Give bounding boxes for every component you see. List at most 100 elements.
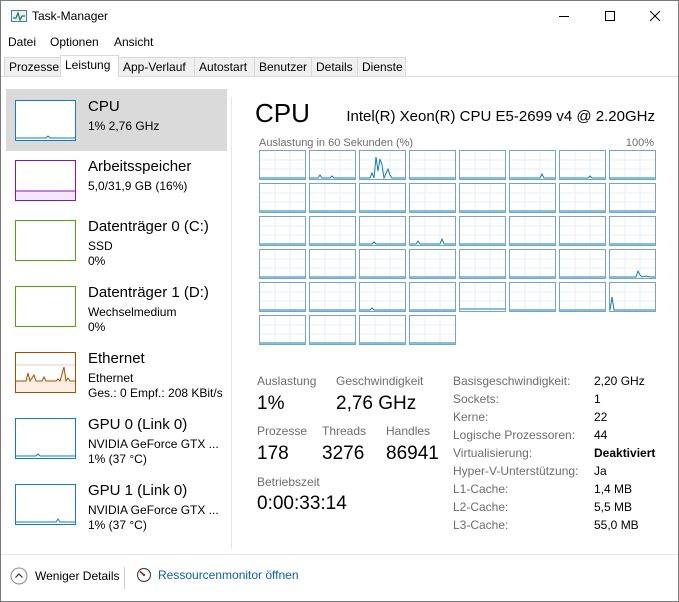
logical-processor-graph bbox=[309, 216, 356, 246]
logical-processor-graph bbox=[609, 150, 656, 180]
graph-caption: Auslastung in 60 Sekunden (%) bbox=[259, 137, 414, 149]
info-label: L2-Cache: bbox=[453, 500, 509, 514]
page-title: CPU bbox=[255, 98, 310, 128]
info-value: 2,20 GHz bbox=[594, 374, 645, 388]
logical-processor-graph-grid bbox=[259, 150, 656, 348]
gpu-1-thumbnail-graph bbox=[15, 484, 76, 525]
disk-0-thumbnail-graph bbox=[15, 220, 76, 261]
tab-leistung[interactable]: Leistung bbox=[60, 55, 119, 77]
sidebar-item-disk-1[interactable]: Datenträger 1 (D:) Wechselmedium 0% bbox=[6, 275, 227, 337]
cpu-model-name: Intel(R) Xeon(R) CPU E5-2699 v4 @ 2.20GH… bbox=[346, 108, 655, 125]
logical-processor-graph bbox=[409, 150, 456, 180]
tab-strip: Prozesse Leistung App-Verlauf Autostart … bbox=[4, 55, 676, 77]
logical-processor-graph bbox=[559, 183, 606, 213]
info-value: 22 bbox=[594, 410, 608, 424]
handles-label: Handles bbox=[386, 424, 431, 438]
logical-processor-graph bbox=[609, 216, 656, 246]
logical-processor-graph bbox=[259, 315, 306, 345]
sidebar-item-detail: 5,0/31,9 GB (16%) bbox=[88, 179, 188, 193]
gpu-0-thumbnail-graph bbox=[15, 418, 76, 459]
logical-processor-graph bbox=[559, 150, 606, 180]
sidebar-item-gpu-0[interactable]: GPU 0 (Link 0) NVIDIA GeForce GTX ... 1%… bbox=[6, 407, 227, 469]
processes-value: 178 bbox=[257, 443, 289, 464]
info-label: Sockets: bbox=[453, 392, 500, 406]
fewer-details-button[interactable]: Weniger Details bbox=[10, 567, 119, 585]
logical-processor-graph bbox=[559, 216, 606, 246]
logical-processor-graph bbox=[609, 183, 656, 213]
logical-processor-graph bbox=[359, 150, 406, 180]
sidebar-item-memory[interactable]: Arbeitsspeicher 5,0/31,9 GB (16%) bbox=[6, 149, 227, 211]
speed-label: Geschwindigkeit bbox=[336, 374, 424, 388]
processes-label: Prozesse bbox=[257, 424, 308, 438]
logical-processor-graph bbox=[509, 216, 556, 246]
logical-processor-graph bbox=[509, 150, 556, 180]
logical-processor-graph bbox=[409, 216, 456, 246]
handles-value: 86941 bbox=[386, 443, 439, 464]
info-value: 55,0 MB bbox=[594, 518, 639, 532]
menu-optionen[interactable]: Optionen bbox=[50, 35, 99, 49]
maximize-button[interactable] bbox=[587, 1, 633, 31]
sidebar-item-label: Ethernet bbox=[88, 350, 145, 367]
logical-processor-graph bbox=[259, 216, 306, 246]
tab-dienste[interactable]: Dienste bbox=[357, 57, 406, 76]
title-bar[interactable]: Task-Manager bbox=[1, 1, 678, 31]
resource-monitor-label: Ressourcenmonitor öffnen bbox=[158, 568, 299, 582]
tab-prozesse[interactable]: Prozesse bbox=[4, 57, 61, 76]
footer-bar: Weniger Details Ressourcenmonitor öffnen bbox=[1, 561, 678, 595]
cpu-thumbnail-graph bbox=[15, 100, 76, 141]
fewer-details-label: Weniger Details bbox=[35, 569, 120, 583]
chevron-up-circle-icon bbox=[10, 567, 28, 585]
logical-processor-graph bbox=[359, 315, 406, 345]
sidebar-item-disk-0[interactable]: Datenträger 0 (C:) SSD 0% bbox=[6, 209, 227, 271]
logical-processor-graph bbox=[459, 282, 506, 312]
logical-processor-graph bbox=[409, 183, 456, 213]
logical-processor-graph bbox=[309, 183, 356, 213]
sidebar-item-detail: NVIDIA GeForce GTX ... bbox=[88, 503, 219, 517]
info-label: Basisgeschwindigkeit: bbox=[453, 374, 571, 388]
sidebar-item-cpu[interactable]: CPU 1% 2,76 GHz bbox=[6, 89, 227, 151]
memory-thumbnail-graph bbox=[15, 160, 76, 201]
menu-ansicht[interactable]: Ansicht bbox=[114, 35, 153, 49]
logical-processor-graph bbox=[509, 282, 556, 312]
sidebar-item-label: Datenträger 0 (C:) bbox=[88, 218, 209, 235]
close-icon bbox=[650, 11, 660, 21]
logical-processor-graph bbox=[359, 249, 406, 279]
sidebar-item-detail: Wechselmedium bbox=[88, 305, 177, 319]
logical-processor-graph bbox=[259, 249, 306, 279]
ethernet-thumbnail-graph bbox=[15, 352, 76, 393]
info-label: L1-Cache: bbox=[453, 482, 509, 496]
minimize-icon bbox=[559, 16, 569, 17]
logical-processor-graph bbox=[559, 282, 606, 312]
sidebar-item-usage: 0% bbox=[88, 254, 106, 268]
logical-processor-graph bbox=[309, 315, 356, 345]
sidebar-item-usage: 1% (37 °C) bbox=[88, 518, 147, 532]
threads-label: Threads bbox=[322, 424, 367, 438]
sidebar-item-ethernet[interactable]: Ethernet Ethernet Ges.: 0 Empf.: 208 KBi… bbox=[6, 341, 227, 403]
sidebar-item-detail: 1% 2,76 GHz bbox=[88, 119, 160, 133]
minimize-button[interactable] bbox=[541, 1, 587, 31]
info-value: Deaktiviert bbox=[594, 446, 656, 460]
task-manager-window: Task-Manager Datei Optionen Ansicht Proz… bbox=[0, 0, 679, 602]
tab-app-verlauf[interactable]: App-Verlauf bbox=[118, 57, 195, 76]
info-label: Logische Prozessoren: bbox=[453, 428, 576, 442]
logical-processor-graph bbox=[609, 249, 656, 279]
info-label: Hyper-V-Unterstützung: bbox=[453, 464, 579, 478]
close-button[interactable] bbox=[632, 1, 678, 31]
disk-1-thumbnail-graph bbox=[15, 286, 76, 327]
tab-benutzer[interactable]: Benutzer bbox=[254, 57, 312, 76]
menu-datei[interactable]: Datei bbox=[8, 35, 36, 49]
sidebar-item-gpu-1[interactable]: GPU 1 (Link 0) NVIDIA GeForce GTX ... 1%… bbox=[6, 473, 227, 535]
graph-max-label: 100% bbox=[625, 137, 654, 149]
tab-autostart[interactable]: Autostart bbox=[194, 57, 255, 76]
sidebar-item-label: Arbeitsspeicher bbox=[88, 158, 192, 175]
cpu-detail-panel: CPU Intel(R) Xeon(R) CPU E5-2699 v4 @ 2.… bbox=[233, 86, 678, 551]
tab-details[interactable]: Details bbox=[311, 57, 358, 76]
sidebar-item-label: CPU bbox=[88, 98, 120, 115]
sidebar-item-detail: Ethernet bbox=[88, 371, 134, 385]
logical-processor-graph bbox=[359, 282, 406, 312]
sidebar-item-label: Datenträger 1 (D:) bbox=[88, 284, 209, 301]
logical-processor-graph bbox=[459, 216, 506, 246]
footer-separator bbox=[124, 567, 125, 589]
logical-processor-graph bbox=[459, 150, 506, 180]
resource-monitor-link[interactable]: Ressourcenmonitor öffnen bbox=[136, 567, 299, 583]
